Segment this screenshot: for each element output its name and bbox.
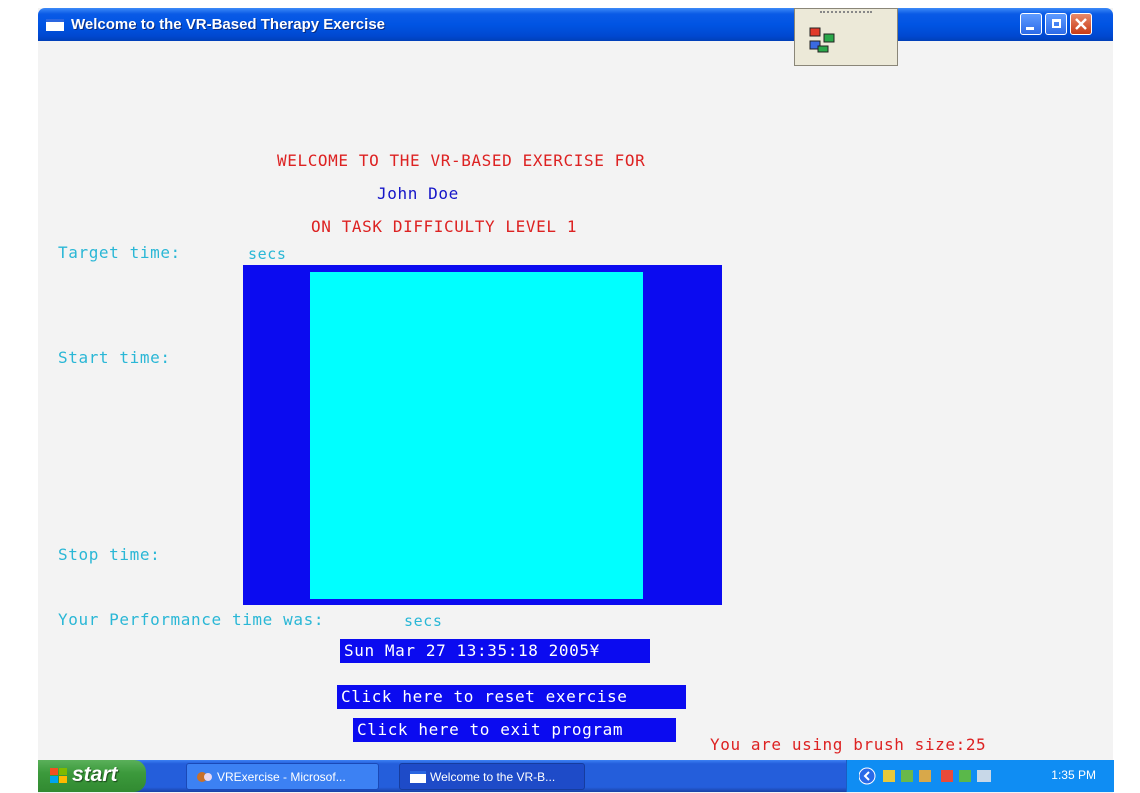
- taskbar-item-label: Welcome to the VR-B...: [430, 770, 556, 784]
- app-window: Welcome to the VR-Based Therapy Exercise…: [38, 8, 1113, 793]
- start-button[interactable]: start: [38, 760, 146, 792]
- taskbar-item-welcome[interactable]: Welcome to the VR-B...: [399, 763, 585, 790]
- tray-update-icon: [959, 770, 971, 782]
- visual-studio-icon: [197, 772, 212, 782]
- tray-msn-icon: [883, 770, 895, 782]
- taskbar-item-label: VRExercise - Microsof...: [217, 770, 346, 784]
- user-name: John Doe: [377, 184, 459, 203]
- drawing-canvas[interactable]: [310, 272, 643, 599]
- system-tray: 1:35 PM: [846, 760, 1114, 792]
- tray-icons: [859, 767, 991, 785]
- start-time-label: Start time:: [58, 348, 171, 367]
- title-bar[interactable]: Welcome to the VR-Based Therapy Exercise: [38, 8, 1113, 41]
- floating-toolbar[interactable]: [794, 8, 898, 66]
- maximize-icon: [1052, 19, 1061, 28]
- minimize-icon: [1026, 27, 1034, 30]
- difficulty-level: ON TASK DIFFICULTY LEVEL 1: [311, 217, 578, 236]
- taskbar-clock[interactable]: 1:35 PM: [1051, 768, 1096, 782]
- target-time-unit: secs: [248, 245, 287, 263]
- brush-size-status: You are using brush size:25: [710, 735, 987, 754]
- window-icon: [46, 19, 64, 31]
- taskbar: start VRExercise - Microsof... Welcome t…: [38, 760, 1114, 792]
- toolbar-grip[interactable]: [820, 11, 872, 18]
- performance-time-label: Your Performance time was:: [58, 610, 325, 629]
- stop-time-label: Stop time:: [58, 545, 161, 564]
- drawing-canvas-border[interactable]: [243, 265, 722, 605]
- close-button[interactable]: [1070, 13, 1092, 35]
- start-label: start: [72, 763, 118, 786]
- performance-time-unit: secs: [404, 612, 443, 630]
- tray-network-icon: [901, 770, 913, 782]
- tray-printer-icon: [919, 770, 931, 782]
- close-icon: [1075, 18, 1087, 30]
- tray-expand-icon: [859, 767, 876, 785]
- windows-logo-icon: [50, 768, 67, 783]
- tray-antivirus-icon: [941, 770, 953, 782]
- target-time-label: Target time:: [58, 243, 181, 262]
- taskbar-item-vrexercise[interactable]: VRExercise - Microsof...: [186, 763, 379, 790]
- window-title: Welcome to the VR-Based Therapy Exercise: [71, 16, 386, 33]
- welcome-heading: WELCOME TO THE VR-BASED EXERCISE FOR: [277, 151, 646, 170]
- reset-exercise-button[interactable]: Click here to reset exercise: [337, 685, 686, 709]
- minimize-button[interactable]: [1020, 13, 1042, 35]
- exit-program-button[interactable]: Click here to exit program: [353, 718, 676, 742]
- datetime-display: Sun Mar 27 13:35:18 2005¥: [340, 639, 650, 663]
- window-icon: [410, 771, 426, 783]
- tray-usb-icon: [977, 770, 991, 782]
- network-icon: [809, 27, 835, 53]
- maximize-button[interactable]: [1045, 13, 1067, 35]
